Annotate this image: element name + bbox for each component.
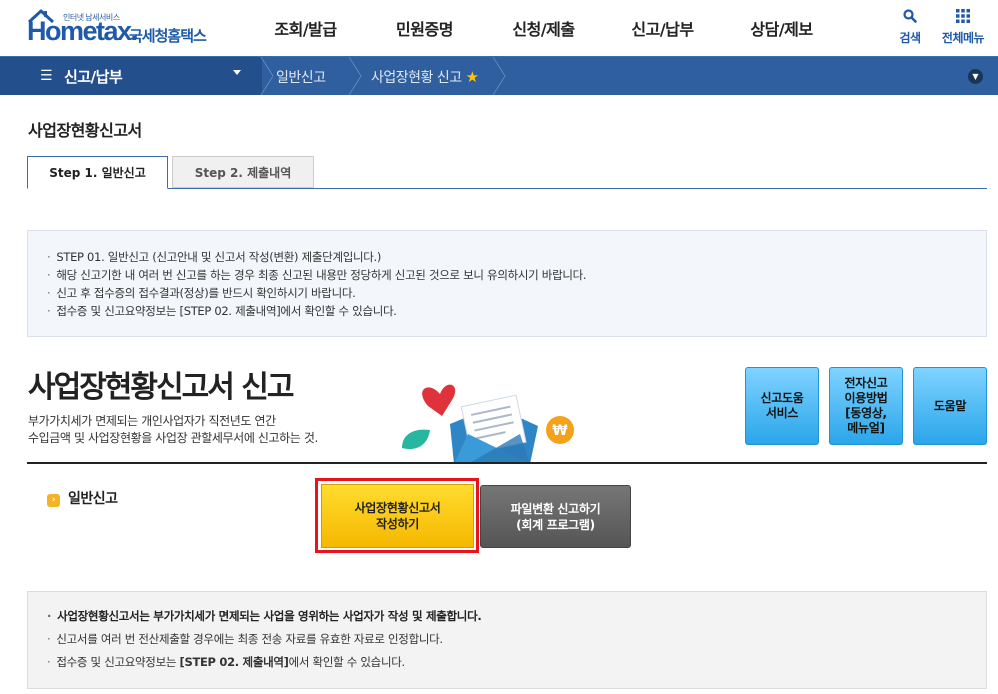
nav-report-pay[interactable]: 신고/납부 [603, 0, 722, 56]
filing-help-service-button[interactable]: 신고도움 서비스 [745, 367, 819, 445]
chevron-down-icon [233, 70, 241, 75]
e-filing-guide-video-manual-button[interactable]: 전자신고 이용방법 [동영상, 메뉴얼] [829, 367, 903, 445]
nav-apply-submit[interactable]: 신청/제출 [484, 0, 603, 56]
hero-title: 사업장현황신고서 신고 [28, 370, 294, 405]
general-report-section-label: › 일반신고 [47, 488, 118, 508]
notice-step2-link-text: [STEP 02. 제출내역] [179, 655, 289, 669]
breadcrumb-separator-icon [492, 57, 506, 95]
svg-text:₩: ₩ [552, 423, 568, 439]
hero-description-line: 수입금액 및 사업장현황을 사업장 관할세무서에 신고하는 것. [28, 431, 318, 445]
location-menu-dropdown[interactable]: ☰ 신고/납부 [0, 57, 262, 95]
hero-description: 부가가치세가 면제되는 개인사업자가 직전년도 연간 수입금액 및 사업장현황을… [28, 413, 318, 447]
breadcrumb-general-report[interactable]: 일반신고 [276, 67, 326, 87]
grid-menu-icon [956, 9, 970, 23]
location-current-menu: 신고/납부 [64, 68, 123, 86]
help-button[interactable]: 도움말 [913, 367, 987, 445]
guide-item: 접수증 및 신고요약정보는 [STEP 02. 제출내역]에서 확인할 수 있습… [47, 302, 986, 320]
notice-item: 사업장현황신고서는 부가가치세가 면제되는 사업을 영위하는 사업자가 작성 및… [47, 605, 986, 628]
tax-envelope-illustration: ₩ [402, 384, 574, 464]
file-conversion-report-button[interactable]: 파일변환 신고하기 (회계 프로그램) [480, 485, 631, 548]
notice-text: 접수증 및 신고요약정보는 [56, 655, 180, 669]
all-menu-label: 전체메뉴 [941, 31, 985, 45]
expand-toggle-icon[interactable]: ▼ [968, 69, 983, 84]
breadcrumb-separator-icon [260, 57, 274, 95]
search-label: 검색 [899, 31, 921, 45]
tab-step2-submission-history[interactable]: Step 2. 제출내역 [172, 156, 314, 188]
arrow-bullet-icon: › [47, 494, 60, 507]
hamburger-icon: ☰ [40, 68, 53, 84]
favorite-star-icon[interactable]: ★ [466, 68, 479, 86]
guide-item: STEP 01. 일반신고 (신고안내 및 신고서 작성(변환) 제출단계입니다… [47, 248, 986, 266]
tab-step1-general-report[interactable]: Step 1. 일반신고 [27, 156, 168, 189]
location-bar: ☰ 신고/납부 일반신고 사업장현황 신고 ★ ▼ [0, 56, 998, 95]
step-tabs: Step 1. 일반신고 Step 2. 제출내역 [27, 156, 987, 189]
notice-item: 신고서를 여러 번 전산제출할 경우에는 최종 전송 자료를 유효한 자료로 인… [47, 628, 986, 651]
breadcrumb-business-status-report[interactable]: 사업장현황 신고 ★ [371, 67, 479, 87]
guide-item: 해당 신고기한 내 여러 번 신고를 하는 경우 최종 신고된 내용만 정당하게… [47, 266, 986, 284]
nav-inquiry-issue[interactable]: 조회/발급 [246, 0, 365, 56]
hometax-logo[interactable]: 인터넷 납세서비스 Hometax. 국세청홈택스 [27, 8, 227, 50]
search-icon [903, 9, 917, 23]
guide-item: 신고 후 접수증의 접수결과(정상)를 반드시 확인하시기 바랍니다. [47, 284, 986, 302]
notice-item: 접수증 및 신고요약정보는 [STEP 02. 제출내역]에서 확인할 수 있습… [47, 651, 986, 674]
write-business-status-report-button[interactable]: 사업장현황신고서 작성하기 [321, 484, 474, 548]
hero-description-line: 부가가치세가 면제되는 개인사업자가 직전년도 연간 [28, 414, 276, 428]
breadcrumb-label: 사업장현황 신고 [371, 70, 462, 86]
logo-korean-name: 국세청홈택스 [129, 27, 207, 45]
site-header: 인터넷 납세서비스 Hometax. 국세청홈택스 조회/발급 민원증명 신청/… [0, 0, 998, 56]
nav-consult-report[interactable]: 상담/제보 [722, 0, 841, 56]
notice-text: 에서 확인할 수 있습니다. [288, 655, 406, 669]
notice-box: 사업장현황신고서는 부가가치세가 면제되는 사업을 영위하는 사업자가 작성 및… [27, 591, 987, 689]
section-divider [27, 462, 987, 464]
leaf-icon [402, 429, 430, 450]
search-button[interactable]: 검색 [880, 8, 940, 46]
breadcrumb-separator-icon [348, 57, 362, 95]
step-guide-box: STEP 01. 일반신고 (신고안내 및 신고서 작성(변환) 제출단계입니다… [27, 230, 987, 337]
heart-icon [422, 384, 456, 416]
logo-wordmark: Hometax. [27, 16, 138, 46]
main-nav: 조회/발급 민원증명 신청/제출 신고/납부 상담/제보 [246, 0, 841, 56]
section-label-text: 일반신고 [68, 491, 118, 507]
all-menu-button[interactable]: 전체메뉴 [933, 8, 993, 46]
page-title: 사업장현황신고서 [28, 121, 142, 140]
nav-certificates[interactable]: 민원증명 [365, 0, 484, 56]
